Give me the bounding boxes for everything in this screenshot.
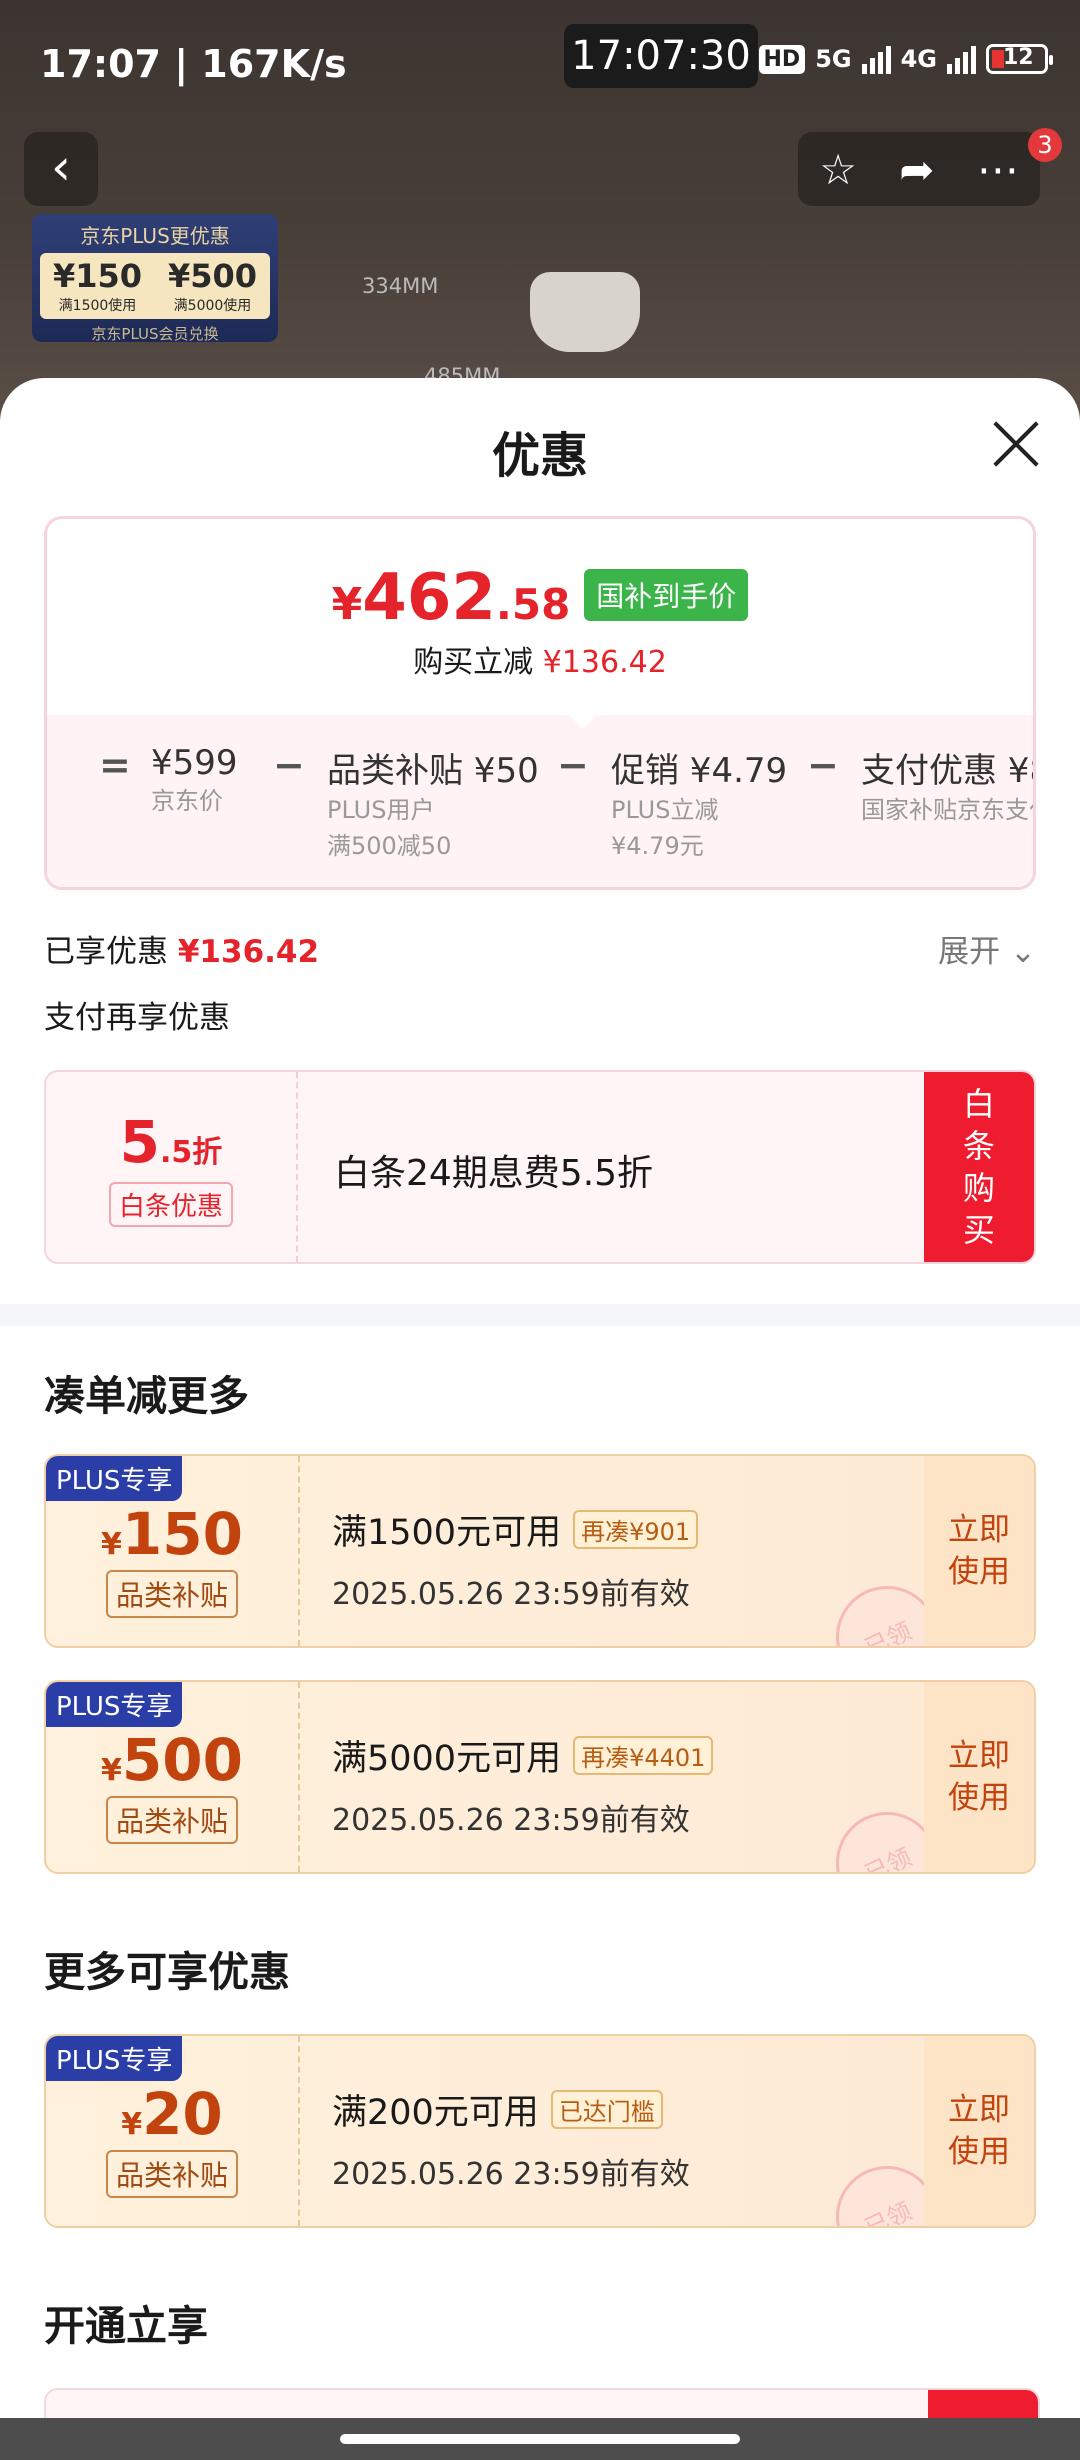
coupon-type: 品类补贴 [105, 1796, 238, 1844]
top-actions: ☆ ➦ ⋯ [798, 132, 1040, 206]
breakdown-item: 促销 ¥4.79 PLUS立减 ¥4.79元 [611, 751, 788, 860]
coupon-validity: 2025.05.26 23:59前有效 [332, 2157, 690, 2192]
plus-exclusive-tag: PLUS专享 [46, 1682, 183, 1727]
baitiao-buy-button[interactable]: 白条购买 [924, 1072, 1034, 1262]
use-now-button[interactable]: 立即使用 [924, 1456, 1034, 1646]
coupon-condition: 满1500元可用 [332, 1513, 562, 1553]
plus-exclusive-tag: PLUS专享 [46, 1456, 183, 1501]
section-label: 支付再享优惠 [44, 1000, 230, 1036]
use-now-button[interactable]: 立即使用 [924, 2036, 1034, 2226]
plus-coupon-condition: 满5000使用 [173, 298, 252, 314]
plus-banner-title: 京东PLUS更优惠 [80, 224, 230, 248]
breakdown-item: 支付优惠 ¥81.6国家补贴京东支付减 [861, 751, 1033, 824]
notification-badge: 3 [1028, 128, 1062, 162]
coupon-amount: ¥20 [121, 2080, 223, 2148]
back-button[interactable]: ‹ [24, 132, 98, 206]
home-indicator[interactable] [340, 2434, 740, 2444]
plus-coupon-amount: ¥150 [52, 257, 143, 295]
system-navigation-bar [0, 2418, 1080, 2460]
section-divider [0, 1304, 1080, 1326]
baitiao-description: 白条24期息费5.5折 [334, 1153, 654, 1194]
close-icon[interactable] [992, 420, 1040, 468]
status-icons: HD 5G 4G 12 [758, 44, 1053, 74]
instant-reduction: 购买立减 ¥136.42 [413, 645, 667, 680]
more-icon[interactable]: ⋯ [977, 145, 1019, 194]
coupon-card[interactable]: PLUS专享 ¥500 品类补贴 满5000元可用 再凑¥4401 2025.05… [44, 1680, 1036, 1874]
product-image [530, 272, 640, 352]
sheet-title: 优惠 [491, 428, 588, 484]
network-5g-label: 5G [815, 45, 852, 73]
discount-sheet: 优惠 ¥462.58 国补到手价 购买立减 ¥136.42 = ¥599 京东价 … [0, 378, 1080, 2460]
chevron-left-icon: ‹ [51, 138, 71, 196]
signal-icon [861, 44, 891, 74]
section-heading: 开通立享 [44, 2302, 208, 2350]
operator: − [557, 743, 589, 787]
baitiao-discount: 5.5折 [119, 1108, 223, 1176]
coupon-validity: 2025.05.26 23:59前有效 [332, 1577, 690, 1612]
expand-button[interactable]: 展开 ⌄ [938, 926, 1036, 971]
price-summary-card: ¥462.58 国补到手价 购买立减 ¥136.42 = ¥599 京东价 − 品… [44, 516, 1036, 890]
battery-icon: 12 [986, 44, 1053, 74]
operator: − [273, 743, 305, 787]
coupon-type: 品类补贴 [105, 2150, 238, 2198]
floating-clock: 17:07:30 [564, 24, 758, 88]
section-heading: 更多可享优惠 [44, 1948, 290, 1996]
section-heading: 凑单减更多 [44, 1372, 249, 1420]
plus-exclusive-tag: PLUS专享 [46, 2036, 183, 2081]
share-icon[interactable]: ➦ [899, 145, 934, 194]
coupon-chip: 再凑¥901 [573, 1510, 699, 1549]
chevron-down-icon: ⌄ [1010, 934, 1036, 970]
plus-coupon-amount: ¥500 [167, 257, 258, 295]
hd-icon: HD [758, 44, 806, 74]
coupon-condition: 满5000元可用 [332, 1739, 562, 1779]
operator: − [807, 743, 839, 787]
breakdown-item: 品类补贴 ¥50 PLUS用户 满500减50 [327, 751, 539, 860]
enjoyed-discount: 已享优惠 ¥136.42 [44, 934, 320, 970]
baitiao-tag: 白条优惠 [108, 1182, 233, 1227]
coupon-condition: 满200元可用 [332, 2093, 539, 2133]
coupon-validity: 2025.05.26 23:59前有效 [332, 1803, 690, 1838]
star-icon[interactable]: ☆ [819, 145, 857, 194]
status-time-speed: 17:07 | 167K/s [40, 42, 347, 86]
signal-icon [947, 44, 976, 74]
baitiao-offer-card[interactable]: 5.5折 白条优惠 白条24期息费5.5折 白条购买 [44, 1070, 1036, 1264]
status-bar: 17:07 | 167K/s 17:07:30 HD 5G 4G 12 [0, 0, 1080, 130]
subsidy-price-tag: 国补到手价 [584, 569, 749, 621]
coupon-chip: 已达门槛 [550, 2090, 663, 2129]
coupon-amount: ¥150 [101, 1500, 243, 1568]
use-now-button[interactable]: 立即使用 [924, 1682, 1034, 1872]
plus-promo-banner[interactable]: 京东PLUS更优惠 ¥150 满1500使用 ¥500 满5000使用 京东PLUS… [32, 214, 278, 343]
breakdown-item: ¥599 京东价 [151, 743, 238, 815]
price-breakdown: = ¥599 京东价 − 品类补贴 ¥50 PLUS用户 满500减50 − 促销 ¥… [47, 715, 1033, 887]
plus-banner-footer: 京东PLUS会员兑换 [91, 325, 219, 343]
network-4g-label: 4G [900, 45, 937, 73]
coupon-card[interactable]: PLUS专享 ¥150 品类补贴 满1500元可用 再凑¥901 2025.05.… [44, 1454, 1036, 1648]
plus-coupon-condition: 满1500使用 [58, 298, 137, 314]
coupon-amount: ¥500 [101, 1726, 243, 1794]
operator: = [99, 743, 131, 787]
coupon-card[interactable]: PLUS专享 ¥20 品类补贴 满200元可用 已达门槛 2025.05.26 2… [44, 2034, 1036, 2228]
coupon-chip: 再凑¥4401 [573, 1736, 714, 1775]
dimension-label: 334MM [362, 274, 439, 298]
coupon-type: 品类补贴 [105, 1570, 238, 1618]
final-price: ¥462.58 [331, 561, 571, 635]
